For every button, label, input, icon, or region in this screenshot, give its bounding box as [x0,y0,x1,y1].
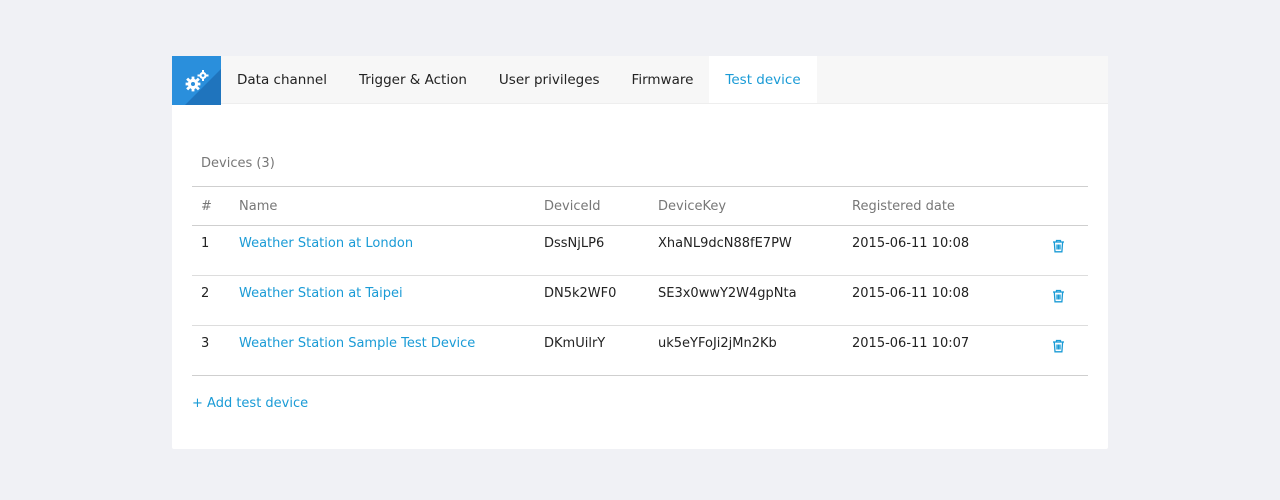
row-number: 3 [201,336,210,351]
device-id-cell: DssNjLP6 [544,225,658,276]
actions-cell [1052,275,1088,326]
tab-user-privileges[interactable]: User privileges [483,56,616,103]
trash-icon[interactable] [1052,289,1065,307]
registered-date-cell: 2015-06-11 10:08 [852,225,1052,276]
device-name-cell: Weather Station at Taipei [239,275,544,326]
tab-bar: Data channel Trigger & Action User privi… [172,56,1108,105]
device-key-cell: uk5eYFoJi2jMn2Kb [658,336,777,351]
row-number: 1 [192,225,239,276]
actions-cell [1052,326,1088,376]
column-header-num: # [192,186,239,226]
trash-icon[interactable] [1052,239,1065,257]
devices-table: # Name DeviceId DeviceKey Registered dat… [192,186,1088,376]
column-header-device-key: DeviceKey [658,186,852,226]
device-name-cell: Weather Station at London [239,225,544,276]
device-id-cell: DKmUilrY [544,336,606,351]
tab-firmware[interactable]: Firmware [616,56,710,103]
device-name-link[interactable]: Weather Station Sample Test Device [239,336,475,351]
gears-icon [172,56,221,105]
table-row: 2 Weather Station at Taipei DN5k2WF0 SE3… [192,275,1088,326]
column-header-name: Name [239,186,544,226]
column-header-registered-date: Registered date [852,186,1052,226]
device-name-cell: Weather Station Sample Test Device [239,326,544,376]
tab-trigger-action[interactable]: Trigger & Action [343,56,483,103]
table-row: 3 Weather Station Sample Test Device DKm… [192,326,1088,376]
device-name-link[interactable]: Weather Station at London [239,236,413,251]
registered-date-cell: 2015-06-11 10:07 [852,336,970,351]
tab-test-device[interactable]: Test device [709,56,817,103]
device-name-link[interactable]: Weather Station at Taipei [239,286,403,301]
device-settings-card: Data channel Trigger & Action User privi… [172,56,1108,449]
table-header-row: # Name DeviceId DeviceKey Registered dat… [192,186,1088,226]
table-row: 1 Weather Station at London DssNjLP6 Xha… [192,225,1088,276]
column-header-device-id: DeviceId [544,186,658,226]
test-device-panel: Devices (3) # Name DeviceId DeviceKey Re… [172,156,1108,411]
row-number: 2 [192,275,239,326]
device-id-cell: DN5k2WF0 [544,275,658,326]
add-test-device-link[interactable]: + Add test device [192,396,308,411]
trash-icon[interactable] [1052,339,1065,357]
column-header-actions [1052,186,1088,226]
tab-data-channel[interactable]: Data channel [221,56,343,103]
actions-cell [1052,225,1088,276]
registered-date-cell: 2015-06-11 10:08 [852,275,1052,326]
device-key-cell: SE3x0wwY2W4gpNta [658,275,852,326]
device-key-cell: XhaNL9dcN88fE7PW [658,225,852,276]
devices-count-label: Devices (3) [201,156,275,171]
